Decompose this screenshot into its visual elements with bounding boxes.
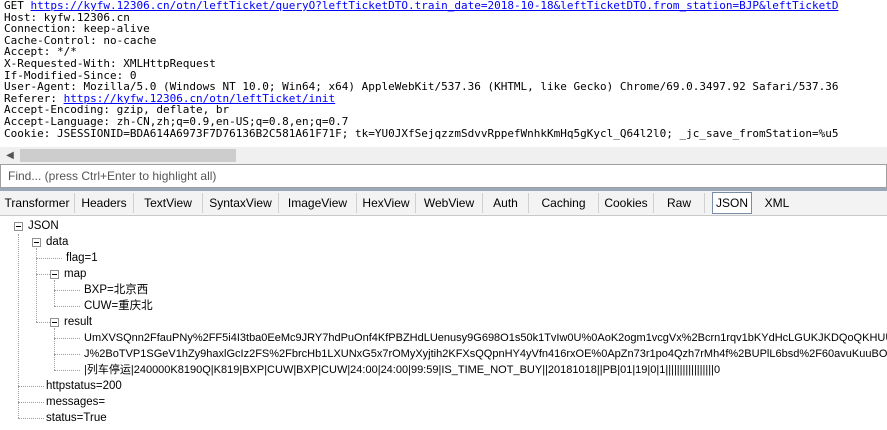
tab-cookies[interactable]: Cookies — [599, 193, 654, 213]
tab-json[interactable]: JSON — [712, 192, 752, 214]
tree-node-json[interactable]: JSON — [28, 218, 59, 234]
tab-textview[interactable]: TextView — [134, 193, 203, 213]
collapse-result-icon[interactable] — [50, 318, 59, 327]
tree-node-httpstatus[interactable]: httpstatus=200 — [46, 378, 122, 394]
horizontal-scrollbar[interactable]: ◀ — [0, 147, 887, 164]
tab-syntaxview[interactable]: SyntaxView — [203, 193, 279, 213]
tab-transformer[interactable]: Transformer — [0, 193, 75, 213]
tree-node-messages[interactable]: messages= — [46, 394, 105, 410]
tab-xml[interactable]: XML — [756, 193, 798, 213]
tree-node-bxp[interactable]: BXP=北京西 — [84, 282, 148, 298]
tree-node-data[interactable]: data — [46, 234, 68, 250]
header-line: Accept-Language: zh-CN,zh;q=0.9,en-US;q=… — [4, 114, 349, 128]
tree-node-status[interactable]: status=True — [46, 410, 107, 426]
tree-node-result-item[interactable]: J%2BoTVP1SGeV1hZy9haxlGcIz2FS%2FbrcHb1LX… — [84, 346, 887, 362]
tree-node-map[interactable]: map — [64, 266, 86, 282]
tab-auth[interactable]: Auth — [483, 193, 529, 213]
header-line: X-Requested-With: XMLHttpRequest — [4, 56, 216, 70]
tab-webview[interactable]: WebView — [416, 193, 483, 213]
scroll-left-icon[interactable]: ◀ — [3, 147, 17, 164]
tree-node-flag[interactable]: flag=1 — [66, 250, 98, 266]
tab-caching[interactable]: Caching — [529, 193, 599, 213]
tree-node-result-item[interactable]: UmXVSQnn2FfauPNy%2FF5i4I3tba0EeMc9JRY7hd… — [84, 330, 887, 346]
scrollbar-thumb[interactable] — [20, 149, 236, 162]
tab-hexview[interactable]: HexView — [357, 193, 416, 213]
raw-request-pane: GET https://kyfw.12306.cn/otn/leftTicket… — [0, 0, 887, 147]
response-tab-strip: Transformer Headers TextView SyntaxView … — [0, 191, 887, 216]
header-line: Cache-Control: no-cache — [4, 33, 157, 47]
collapse-data-icon[interactable] — [32, 238, 41, 247]
find-bar — [0, 164, 887, 188]
collapse-json-icon[interactable] — [14, 222, 23, 231]
tree-node-result-item[interactable]: |列车停运|240000K8190Q|K819|BXP|CUW|BXP|CUW|… — [84, 362, 720, 378]
request-url-link[interactable]: https://kyfw.12306.cn/otn/leftTicket/que… — [31, 0, 839, 12]
json-tree: JSON data flag=1 map BXP=北京西 CUW=重庆北 res… — [0, 216, 887, 430]
tab-imageview[interactable]: ImageView — [279, 193, 357, 213]
tab-raw[interactable]: Raw — [654, 193, 705, 213]
tab-headers[interactable]: Headers — [75, 193, 134, 213]
collapse-map-icon[interactable] — [50, 270, 59, 279]
find-input[interactable] — [1, 166, 878, 186]
tree-node-result[interactable]: result — [64, 314, 92, 330]
request-line: GET https://kyfw.12306.cn/otn/leftTicket… — [0, 0, 887, 12]
header-line: Cookie: JSESSIONID=BDA614A6973F7D76136B2… — [4, 126, 839, 140]
tree-node-cuw[interactable]: CUW=重庆北 — [84, 298, 153, 314]
